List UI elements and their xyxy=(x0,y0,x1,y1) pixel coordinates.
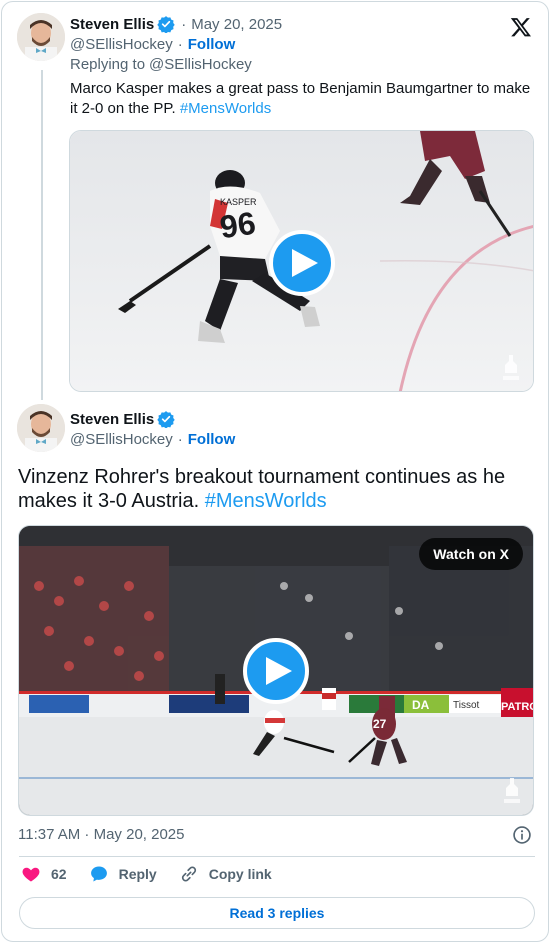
read-replies-button[interactable]: Read 3 replies xyxy=(19,897,535,929)
tweet-timestamp[interactable]: 11:37 AM · May 20, 2025 xyxy=(18,826,185,843)
replying-to-line: Replying to @SEllisHockey xyxy=(70,56,252,73)
reply-icon xyxy=(90,866,107,882)
play-button[interactable] xyxy=(269,230,335,296)
reply-button[interactable]: Reply xyxy=(89,864,157,884)
action-bar: 62 Reply Copy link xyxy=(21,864,294,884)
thread-connector xyxy=(41,70,43,400)
hashtag-link[interactable]: #MensWorlds xyxy=(180,100,271,117)
hashtag-link[interactable]: #MensWorlds xyxy=(205,490,327,512)
jersey-number: 96 xyxy=(218,205,258,246)
reply-tweet-text: Marco Kasper makes a great pass to Benja… xyxy=(70,79,538,119)
tweet-embed-card: Steven Ellis · May 20, 2025 @SEllisHocke… xyxy=(1,1,549,942)
copy-link-button[interactable]: Copy link xyxy=(179,864,272,884)
timestamp-row: 11:37 AM · May 20, 2025 xyxy=(18,826,185,843)
copy-link-label: Copy link xyxy=(208,866,272,882)
verified-badge-icon xyxy=(157,16,175,33)
main-author-line: Steven Ellis xyxy=(70,410,175,428)
likes-count: 62 xyxy=(51,866,67,882)
author-name[interactable]: Steven Ellis xyxy=(70,16,154,33)
reply-date[interactable]: May 20, 2025 xyxy=(191,16,282,33)
iihf-logo-icon xyxy=(504,778,520,803)
play-button[interactable] xyxy=(243,638,309,704)
heart-icon xyxy=(22,867,40,882)
reply-text-body: Marco Kasper makes a great pass to Benja… xyxy=(70,80,531,117)
reply-label: Reply xyxy=(118,866,157,882)
board-ad-tissot: Tissot xyxy=(453,700,480,711)
main-video[interactable]: DA Tissot PATRON 27 xyxy=(18,525,534,816)
follow-button[interactable]: Follow xyxy=(188,36,236,53)
follow-button[interactable]: Follow xyxy=(188,431,236,448)
handle-separator: · xyxy=(177,431,183,448)
author-handle[interactable]: @SEllisHockey xyxy=(70,36,173,53)
handle-separator: · xyxy=(177,36,183,53)
replying-to-prefix: Replying to xyxy=(70,56,146,73)
play-icon xyxy=(291,249,318,277)
board-ad-da: DA xyxy=(412,698,430,712)
main-tweet-text: Vinzenz Rohrer's breakout tournament con… xyxy=(18,465,518,513)
author-handle[interactable]: @SEllisHockey xyxy=(70,431,173,448)
author-avatar[interactable] xyxy=(17,13,65,61)
main-handle-line: @SEllisHockey · Follow xyxy=(70,431,235,448)
author-name[interactable]: Steven Ellis xyxy=(70,411,154,428)
replying-to-handle[interactable]: @SEllisHockey xyxy=(149,56,252,73)
date-separator: · xyxy=(181,15,187,33)
iihf-logo-icon xyxy=(503,355,519,380)
reply-video[interactable]: 96 KASPER xyxy=(69,130,534,392)
jersey-name: KASPER xyxy=(220,197,257,207)
reply-author-line: Steven Ellis · May 20, 2025 xyxy=(70,15,282,33)
avatar-image xyxy=(17,404,65,452)
link-icon xyxy=(181,866,196,882)
x-logo-icon[interactable] xyxy=(510,16,532,38)
divider xyxy=(19,856,535,857)
play-icon xyxy=(265,657,292,685)
verified-badge-icon xyxy=(157,411,175,428)
reply-handle-line: @SEllisHockey · Follow xyxy=(70,36,235,53)
board-ad-patron: PATRON xyxy=(501,701,534,713)
avatar-image xyxy=(17,13,65,61)
like-button[interactable]: 62 xyxy=(21,864,67,884)
main-author-avatar[interactable] xyxy=(17,404,65,452)
player-number: 27 xyxy=(373,717,387,731)
watch-on-x-button[interactable]: Watch on X xyxy=(419,538,523,570)
info-icon[interactable] xyxy=(512,825,532,845)
